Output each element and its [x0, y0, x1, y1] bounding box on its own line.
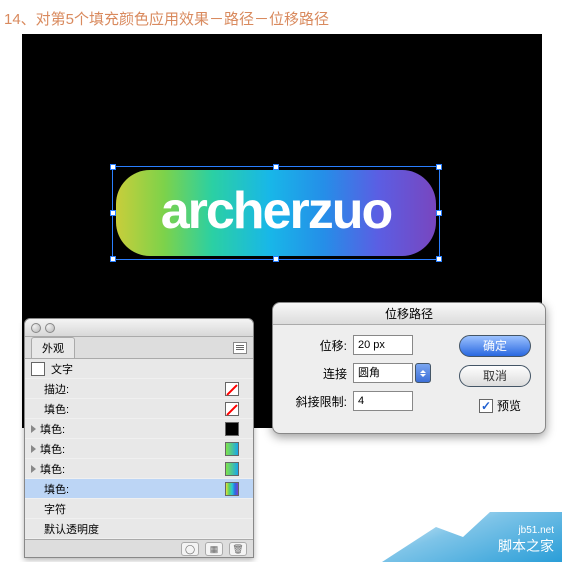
- miter-input[interactable]: [353, 391, 413, 411]
- swatch-icon[interactable]: [225, 422, 239, 436]
- row-label: 填色:: [40, 421, 225, 437]
- type-swatch-icon: [31, 362, 45, 376]
- join-select[interactable]: 圆角: [353, 363, 431, 383]
- watermark-text: jb51.net 脚本之家: [498, 525, 554, 556]
- disclosure-triangle-icon[interactable]: [31, 465, 36, 473]
- disclosure-triangle-icon[interactable]: [31, 445, 36, 453]
- row-label: 默认透明度: [44, 521, 245, 537]
- appearance-row[interactable]: 填色:: [25, 439, 253, 459]
- window-controls[interactable]: [31, 323, 55, 333]
- checkbox-icon: ✓: [479, 399, 493, 413]
- resize-handle[interactable]: [273, 256, 279, 262]
- appearance-row[interactable]: 填色:: [25, 399, 253, 419]
- swatch-icon[interactable]: [225, 402, 239, 416]
- panel-titlebar[interactable]: [25, 319, 253, 337]
- offset-path-dialog[interactable]: 位移路径 位移: 连接 圆角 斜接限制: 确定 取消 ✓ 预览: [272, 302, 546, 434]
- appearance-row[interactable]: 填色:: [25, 419, 253, 439]
- duplicate-button[interactable]: ▦: [205, 542, 223, 556]
- join-label: 连接: [285, 365, 347, 382]
- appearance-row[interactable]: 字符: [25, 499, 253, 519]
- ok-button[interactable]: 确定: [459, 335, 531, 357]
- row-label: 填色:: [44, 481, 225, 497]
- swatch-icon[interactable]: [225, 482, 239, 496]
- row-label: 填色:: [44, 401, 225, 417]
- resize-handle[interactable]: [436, 256, 442, 262]
- appearance-panel[interactable]: 外观 文字 描边: 填色: 填色: 填色: 填色: 填色: 字符默认透明度 ◯ ▦ 🗑: [24, 318, 254, 558]
- resize-handle[interactable]: [273, 164, 279, 170]
- new-fill-button[interactable]: ◯: [181, 542, 199, 556]
- panel-footer: ◯ ▦ 🗑: [25, 539, 253, 557]
- resize-handle[interactable]: [110, 256, 116, 262]
- appearance-row[interactable]: 描边:: [25, 379, 253, 399]
- appearance-row[interactable]: 填色:: [25, 459, 253, 479]
- resize-handle[interactable]: [436, 210, 442, 216]
- row-label: 字符: [44, 501, 245, 517]
- selection-bounding-box[interactable]: [112, 166, 440, 260]
- resize-handle[interactable]: [110, 210, 116, 216]
- preview-checkbox[interactable]: ✓ 预览: [479, 397, 521, 414]
- swatch-icon[interactable]: [225, 442, 239, 456]
- row-label: 文字: [51, 361, 245, 377]
- appearance-row[interactable]: 默认透明度: [25, 519, 253, 539]
- preview-label: 预览: [497, 397, 521, 414]
- join-value: 圆角: [353, 363, 413, 383]
- dropdown-arrows-icon[interactable]: [415, 363, 431, 383]
- row-label: 填色:: [40, 441, 225, 457]
- watermark: jb51.net 脚本之家: [382, 490, 562, 562]
- resize-handle[interactable]: [436, 164, 442, 170]
- dialog-title: 位移路径: [273, 303, 545, 325]
- tab-appearance[interactable]: 外观: [31, 337, 75, 358]
- row-label: 填色:: [40, 461, 225, 477]
- row-label: 描边:: [44, 381, 225, 397]
- panel-tabs: 外观: [25, 337, 253, 359]
- appearance-list: 文字 描边: 填色: 填色: 填色: 填色: 填色: 字符默认透明度: [25, 359, 253, 539]
- appearance-row[interactable]: 填色:: [25, 479, 253, 499]
- miter-label: 斜接限制:: [285, 393, 347, 410]
- offset-input[interactable]: [353, 335, 413, 355]
- resize-handle[interactable]: [110, 164, 116, 170]
- panel-menu-icon[interactable]: [233, 342, 247, 354]
- appearance-target-row[interactable]: 文字: [25, 359, 253, 379]
- offset-label: 位移:: [285, 337, 347, 354]
- step-caption: 14、对第5个填充颜色应用效果－路径－位移路径: [0, 0, 562, 35]
- trash-button[interactable]: 🗑: [229, 542, 247, 556]
- cancel-button[interactable]: 取消: [459, 365, 531, 387]
- swatch-icon[interactable]: [225, 462, 239, 476]
- disclosure-triangle-icon[interactable]: [31, 425, 36, 433]
- swatch-icon[interactable]: [225, 382, 239, 396]
